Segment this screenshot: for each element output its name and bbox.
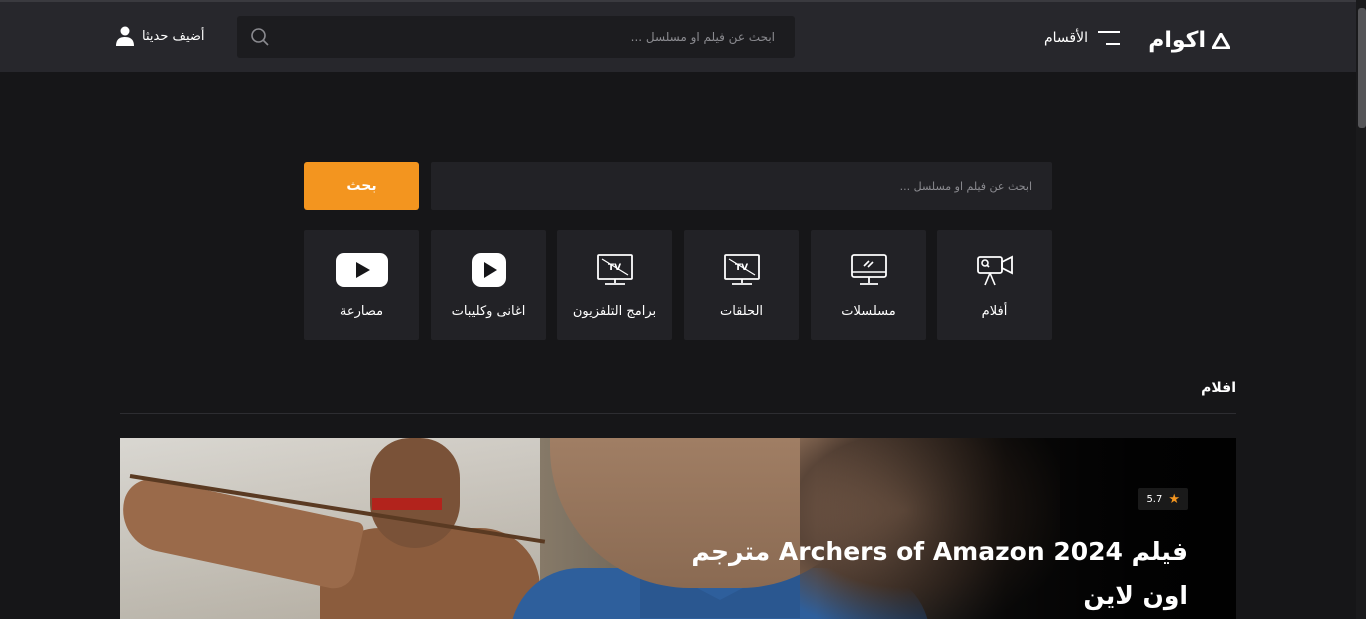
categories-grid: أفلام مسلسلات TV الحلقات TV برامج التلفز… <box>304 230 1052 340</box>
header-search <box>237 16 795 58</box>
poster-face-paint <box>372 498 442 510</box>
search-icon[interactable] <box>237 16 283 58</box>
star-icon: ★ <box>1168 491 1180 507</box>
main-search-input[interactable] <box>431 162 1052 210</box>
youtube-icon <box>304 252 419 288</box>
site-logo[interactable]: اكوام <box>1148 30 1230 52</box>
category-label: الحلقات <box>719 304 764 319</box>
section-title: افلام <box>1201 380 1236 396</box>
rating-badge: 5.7 ★ <box>1138 488 1188 510</box>
logo-text: اكوام <box>1148 28 1207 53</box>
featured-movie-card[interactable]: 5.7 ★ فيلم Archers of Amazon 2024 مترجم … <box>120 438 1236 619</box>
poster-archer-head <box>370 438 460 548</box>
user-icon <box>116 26 134 46</box>
tv-icon: TV <box>557 252 672 288</box>
category-movies[interactable]: أفلام <box>937 230 1052 340</box>
categories-menu-toggle[interactable]: الأقسام <box>1044 30 1120 46</box>
main-search-button[interactable]: بحث <box>304 162 419 210</box>
rating-value: 5.7 <box>1146 493 1163 505</box>
video-camera-icon <box>937 252 1052 288</box>
category-label: اغانى وكليبات <box>451 304 526 319</box>
category-label: مصارعة <box>339 304 384 319</box>
categories-menu-label: الأقسام <box>1044 30 1088 46</box>
svg-text:TV: TV <box>735 263 748 273</box>
category-label: أفلام <box>981 304 1008 319</box>
category-label: مسلسلات <box>841 304 896 319</box>
category-series[interactable]: مسلسلات <box>811 230 926 340</box>
monitor-icon <box>811 252 926 288</box>
scrollbar-thumb[interactable] <box>1358 8 1366 128</box>
hamburger-icon <box>1098 31 1120 45</box>
tv-icon: TV <box>684 252 799 288</box>
play-icon <box>431 252 546 288</box>
page-scrollbar[interactable] <box>1356 0 1366 619</box>
featured-movie-title[interactable]: فيلم Archers of Amazon 2024 مترجم اون لا… <box>668 530 1188 618</box>
section-divider <box>120 413 1236 414</box>
top-header: اكوام الأقسام أضيف حديثا <box>0 0 1356 72</box>
recently-added-link[interactable]: أضيف حديثا <box>116 26 205 46</box>
recently-added-label: أضيف حديثا <box>142 28 205 44</box>
logo-triangle-icon <box>1212 33 1230 49</box>
category-label: برامج التلفزيون <box>572 304 657 319</box>
category-wrestling[interactable]: مصارعة <box>304 230 419 340</box>
category-songs-clips[interactable]: اغانى وكليبات <box>431 230 546 340</box>
header-search-input[interactable] <box>283 16 795 58</box>
svg-text:TV: TV <box>608 263 621 273</box>
category-tv-shows[interactable]: TV برامج التلفزيون <box>557 230 672 340</box>
category-episodes[interactable]: TV الحلقات <box>684 230 799 340</box>
